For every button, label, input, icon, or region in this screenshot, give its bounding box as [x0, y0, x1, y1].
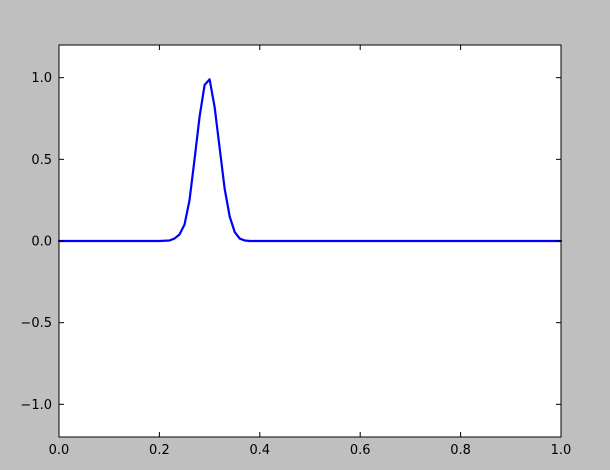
x-tick-label: 0.4 — [249, 443, 270, 458]
y-tick-label: 0.0 — [31, 235, 52, 250]
x-tick-label: 0.2 — [149, 443, 170, 458]
y-tick-label: −0.5 — [20, 316, 52, 331]
x-tick-label: 0.8 — [450, 443, 471, 458]
x-tick-label: 0.0 — [49, 443, 70, 458]
line-chart: 0.0 0.2 0.4 0.6 0.8 1.0 −1.0 −0.5 0.0 0.5 1.0 — [20, 44, 572, 458]
figure: 0.0 0.2 0.4 0.6 0.8 1.0 −1.0 −0.5 0.0 0.5 1.0 — [0, 0, 610, 470]
x-tick-label: 1.0 — [551, 443, 572, 458]
y-tick-label: 1.0 — [31, 71, 52, 86]
x-tick-label: 0.6 — [350, 443, 371, 458]
y-tick-label: −1.0 — [20, 398, 52, 413]
y-tick-label: 0.5 — [31, 153, 52, 168]
